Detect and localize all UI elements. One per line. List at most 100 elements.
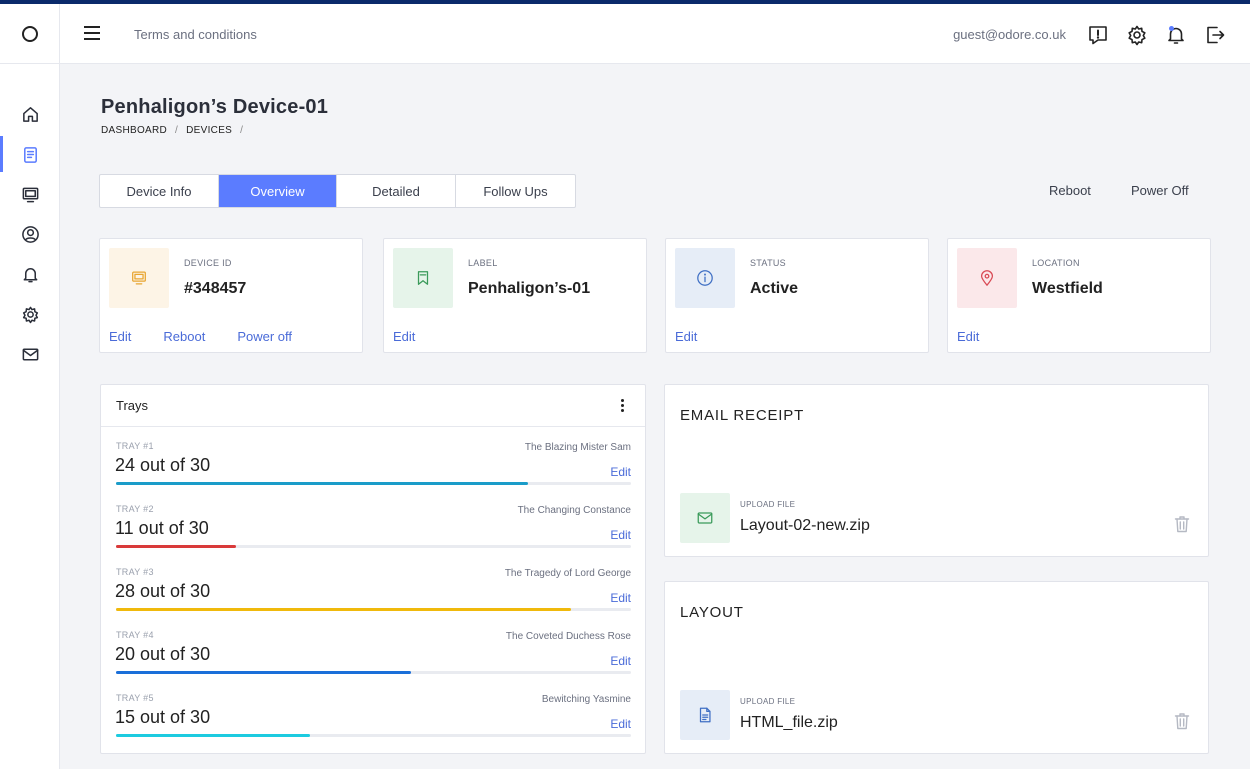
gear-icon	[22, 306, 38, 323]
edit-link[interactable]: Edit	[393, 329, 415, 344]
breadcrumb: DASHBOARD / DEVICES /	[101, 125, 243, 136]
tray-progress-fill	[116, 482, 528, 485]
tray-progress-track	[116, 734, 631, 737]
tray-progress-fill	[116, 671, 412, 674]
card-label: DEVICE ID	[184, 258, 232, 268]
tray-number: TRAY #1	[116, 441, 154, 451]
tab-overview[interactable]: Overview	[219, 175, 337, 207]
home-icon	[22, 106, 38, 122]
trays-header: Trays	[101, 385, 645, 427]
label-card: LABEL Penhaligon’s-01 Edit	[383, 238, 647, 353]
tray-progress-fill	[116, 545, 237, 548]
sidebar-item-home[interactable]	[0, 94, 60, 134]
location-card: LOCATION Westfield Edit	[947, 238, 1211, 353]
tab-device-info[interactable]: Device Info	[100, 175, 219, 207]
tray-row: TRAY #1 24 out of 30 The Blazing Mister Sa…	[115, 441, 632, 504]
trays-title: Trays	[116, 398, 149, 413]
settings-icon[interactable]	[1126, 24, 1148, 46]
map-pin-icon	[980, 270, 994, 286]
more-options-icon[interactable]	[617, 398, 627, 414]
trays-panel: Trays TRAY #1 24 out of 30 The Blazing Mis…	[100, 384, 646, 754]
bell-icon	[23, 267, 37, 282]
tab-follow-ups[interactable]: Follow Ups	[456, 175, 575, 207]
tray-row: TRAY #5 15 out of 30 Bewitching Yasmine Edi…	[115, 693, 632, 756]
tray-number: TRAY #2	[116, 504, 154, 514]
sidebar-item-devices[interactable]	[0, 134, 60, 174]
delete-trash-icon[interactable]	[1174, 712, 1190, 730]
card-label: STATUS	[750, 258, 786, 268]
user-email: guest@odore.co.uk	[953, 27, 1066, 42]
app-logo[interactable]	[0, 4, 60, 64]
location-icon-box	[957, 248, 1017, 308]
tray-count: 20 out of 30	[115, 644, 211, 664]
tray-edit-link[interactable]: Edit	[610, 717, 631, 731]
tray-edit-link[interactable]: Edit	[610, 465, 631, 479]
power-off-link[interactable]: Power off	[237, 329, 292, 344]
breadcrumb-devices[interactable]: DEVICES	[186, 125, 232, 136]
card-label: LABEL	[468, 258, 498, 268]
tab-bar: Device Info Overview Detailed Follow Ups	[99, 174, 576, 208]
email-receipt-card: EMAIL RECEIPT UPLOAD FILE Layout-02-new.…	[664, 384, 1209, 557]
card-actions: Edit	[957, 329, 979, 344]
tray-edit-link[interactable]: Edit	[610, 528, 631, 542]
tray-fragrance-name: The Changing Constance	[517, 505, 631, 516]
card-value: #348457	[184, 280, 247, 297]
card-value: Active	[750, 280, 799, 297]
tray-fragrance-name: Bewitching Yasmine	[541, 694, 631, 705]
monitor-icon	[22, 187, 38, 202]
page-title: Penhaligon’s Device-01	[101, 96, 329, 118]
user-icon	[21, 225, 39, 243]
status-icon-box	[675, 248, 735, 308]
breadcrumb-dashboard[interactable]: DASHBOARD	[101, 125, 167, 136]
terms-link[interactable]: Terms and conditions	[134, 27, 257, 42]
logout-icon[interactable]	[1204, 24, 1226, 46]
card-actions: Edit	[675, 329, 697, 344]
tray-count: 28 out of 30	[115, 581, 211, 601]
delete-trash-icon[interactable]	[1174, 515, 1190, 533]
edit-link[interactable]: Edit	[957, 329, 979, 344]
breadcrumb-separator: /	[175, 125, 179, 136]
tray-progress-fill	[116, 608, 571, 611]
tray-row: TRAY #2 11 out of 30 The Changing Constanc…	[115, 504, 632, 567]
upload-file-label: UPLOAD FILE	[740, 500, 796, 509]
file-name[interactable]: Layout-02-new.zip	[740, 517, 870, 535]
device-id-icon-box	[109, 248, 169, 308]
file-name[interactable]: HTML_file.zip	[740, 714, 838, 732]
tray-fragrance-name: The Coveted Duchess Rose	[505, 631, 631, 642]
sidebar-item-screens[interactable]	[0, 174, 60, 214]
file-card-title: LAYOUT	[680, 604, 744, 621]
sidebar-item-settings[interactable]	[0, 294, 60, 334]
device-id-card: DEVICE ID #348457 Edit Reboot Power off	[99, 238, 363, 353]
edit-link[interactable]: Edit	[109, 329, 131, 344]
tab-detailed[interactable]: Detailed	[337, 175, 456, 207]
sidebar-item-profile[interactable]	[0, 214, 60, 254]
upload-file-label: UPLOAD FILE	[740, 697, 796, 706]
edit-link[interactable]: Edit	[675, 329, 697, 344]
mail-icon	[697, 512, 713, 524]
tray-edit-link[interactable]: Edit	[610, 654, 631, 668]
sidebar-item-messages[interactable]	[0, 334, 60, 374]
status-card: STATUS Active Edit	[665, 238, 929, 353]
card-label: LOCATION	[1032, 258, 1080, 268]
tray-progress-fill	[116, 734, 310, 737]
logo-circle-icon	[22, 25, 38, 42]
mail-icon	[22, 348, 38, 360]
card-actions: Edit Reboot Power off	[109, 329, 292, 344]
tray-edit-link[interactable]: Edit	[610, 591, 631, 605]
tray-row: TRAY #4 20 out of 30 The Coveted Duchess R…	[115, 630, 632, 693]
reboot-link[interactable]: Reboot	[163, 329, 205, 344]
reboot-button[interactable]: Reboot	[1049, 183, 1091, 198]
power-off-button[interactable]: Power Off	[1131, 183, 1189, 198]
sidebar-item-notifications[interactable]	[0, 254, 60, 294]
clipboard-icon	[23, 146, 37, 163]
file-icon-box	[680, 690, 730, 740]
card-value: Westfield	[1032, 280, 1103, 297]
tray-number: TRAY #4	[116, 630, 154, 640]
alert-icon[interactable]	[1087, 24, 1109, 46]
tray-progress-track	[116, 482, 631, 485]
menu-toggle-icon[interactable]	[84, 26, 100, 40]
label-icon-box	[393, 248, 453, 308]
breadcrumb-separator: /	[240, 125, 244, 136]
notifications-icon[interactable]	[1165, 24, 1187, 46]
tray-progress-track	[116, 545, 631, 548]
